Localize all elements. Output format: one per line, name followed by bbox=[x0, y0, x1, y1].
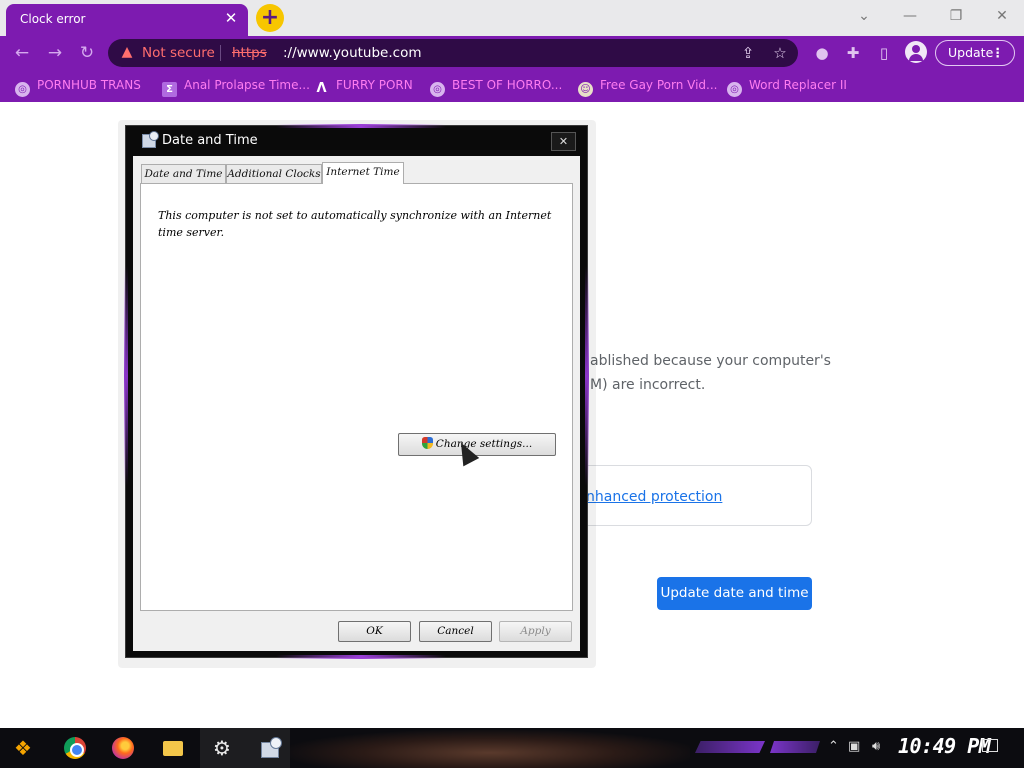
network-icon[interactable]: ▣ bbox=[848, 739, 860, 754]
tab-clock-error[interactable]: Clock error ✕ bbox=[6, 4, 248, 36]
error-text-line-2: M) are incorrect. bbox=[590, 377, 706, 393]
enhanced-protection-link[interactable]: nhanced protection bbox=[586, 489, 722, 505]
letter-a-icon: Λ bbox=[316, 81, 327, 96]
update-date-time-button[interactable]: Update date and time bbox=[657, 577, 812, 610]
dialog-glow bbox=[276, 655, 446, 659]
error-text-line-1: ablished because your computer's bbox=[590, 353, 831, 369]
globe-icon: ◎ bbox=[430, 82, 445, 97]
change-settings-label: Change settings... bbox=[435, 438, 533, 450]
dialog-glow bbox=[585, 266, 589, 486]
extension-avatar-icon[interactable]: ● bbox=[811, 42, 833, 64]
restore-button[interactable]: ❐ bbox=[942, 6, 970, 26]
taskbar-wallpaper bbox=[290, 730, 690, 768]
share-icon[interactable]: ⇪ bbox=[738, 43, 758, 63]
apply-button: Apply bbox=[499, 621, 572, 642]
reload-icon[interactable]: ↻ bbox=[76, 42, 98, 64]
tab-date-and-time[interactable]: Date and Time bbox=[141, 164, 226, 184]
firefox-icon[interactable] bbox=[108, 733, 138, 763]
tab-search-icon[interactable]: ⌄ bbox=[850, 6, 878, 26]
dialog-close-button[interactable]: ✕ bbox=[551, 132, 576, 151]
address-separator bbox=[220, 45, 221, 61]
side-panel-icon[interactable]: ▯ bbox=[873, 42, 895, 64]
start-button[interactable]: ❖ bbox=[8, 733, 38, 763]
site-icon: ☺ bbox=[578, 82, 593, 97]
tab-close-icon[interactable]: ✕ bbox=[222, 9, 240, 27]
chevron-up-icon[interactable]: ⌃ bbox=[828, 739, 839, 754]
browser-toolbar: ← → ↻ ▲ Not secure https ://www.youtube.… bbox=[0, 36, 1024, 70]
puzzle-icon[interactable]: ✚ bbox=[842, 42, 864, 64]
warning-icon[interactable]: ▲ bbox=[118, 43, 136, 61]
forward-arrow-icon[interactable]: → bbox=[44, 42, 66, 64]
volume-icon[interactable]: 🔊︎ bbox=[872, 739, 880, 754]
dialog-glow bbox=[276, 124, 446, 128]
new-tab-button[interactable]: + bbox=[256, 4, 284, 32]
globe-icon: ◎ bbox=[727, 82, 742, 97]
address-bar[interactable]: ▲ Not secure https ://www.youtube.com ⇪ … bbox=[108, 39, 798, 67]
bookmark-item[interactable]: Λ FURRY PORN bbox=[314, 78, 412, 96]
taskbar-decoration bbox=[695, 741, 765, 753]
bookmark-icon: Σ bbox=[162, 82, 177, 97]
globe-icon: ◎ bbox=[15, 82, 30, 97]
bookmark-item[interactable]: Σ Anal Prolapse Time... bbox=[162, 78, 310, 97]
internet-time-panel: This computer is not set to automaticall… bbox=[140, 183, 573, 611]
update-label: Update bbox=[948, 45, 994, 60]
dialog-body: Date and Time Additional Clocks Internet… bbox=[133, 156, 580, 651]
tab-title: Clock error bbox=[20, 12, 86, 26]
dialog-title: Date and Time bbox=[162, 133, 258, 148]
bookmark-item[interactable]: ◎ BEST OF HORRO... bbox=[430, 78, 562, 97]
change-settings-button[interactable]: Change settings... bbox=[398, 433, 556, 456]
close-window-button[interactable]: ✕ bbox=[988, 6, 1016, 26]
star-icon[interactable]: ☆ bbox=[770, 43, 790, 63]
update-button[interactable]: Update ⋮ bbox=[935, 40, 1015, 66]
shield-icon bbox=[421, 437, 433, 449]
tab-additional-clocks[interactable]: Additional Clocks bbox=[226, 164, 322, 184]
security-status[interactable]: Not secure bbox=[142, 45, 215, 61]
menu-dots-icon[interactable]: ⋮ bbox=[992, 41, 1005, 65]
sync-status-text: This computer is not set to automaticall… bbox=[158, 209, 552, 239]
url-scheme: https bbox=[232, 45, 267, 61]
bookmark-item[interactable]: ◎ PORNHUB TRANS bbox=[15, 78, 141, 97]
bookmarks-bar: ◎ PORNHUB TRANS Σ Anal Prolapse Time... ΛF… bbox=[0, 70, 1024, 102]
tab-strip: Clock error ✕ + ⌄ — ❐ ✕ bbox=[0, 0, 1024, 36]
active-task-highlight bbox=[200, 728, 290, 768]
notifications-icon[interactable] bbox=[982, 739, 998, 752]
tab-internet-time[interactable]: Internet Time bbox=[322, 162, 404, 184]
file-explorer-icon[interactable] bbox=[158, 733, 188, 763]
chrome-icon[interactable] bbox=[60, 733, 90, 763]
dialog-glow bbox=[124, 266, 128, 486]
taskbar-decoration bbox=[770, 741, 820, 753]
url-host: ://www.youtube.com bbox=[283, 45, 422, 61]
back-arrow-icon[interactable]: ← bbox=[11, 42, 33, 64]
cancel-button[interactable]: Cancel bbox=[419, 621, 492, 642]
date-time-dialog: Date and Time ✕ Date and Time Additional… bbox=[124, 124, 589, 659]
taskbar: ❖ ⚙ bbox=[0, 728, 1024, 768]
profile-avatar[interactable] bbox=[905, 41, 927, 63]
bookmark-item[interactable]: ☺ Free Gay Porn Vid... bbox=[578, 78, 717, 97]
ok-button[interactable]: OK bbox=[338, 621, 411, 642]
bookmark-item[interactable]: ◎ Word Replacer II bbox=[727, 78, 847, 97]
date-time-icon bbox=[142, 131, 159, 148]
taskbar-clock[interactable]: 10:49 PM bbox=[898, 734, 991, 758]
minimize-button[interactable]: — bbox=[896, 6, 924, 26]
